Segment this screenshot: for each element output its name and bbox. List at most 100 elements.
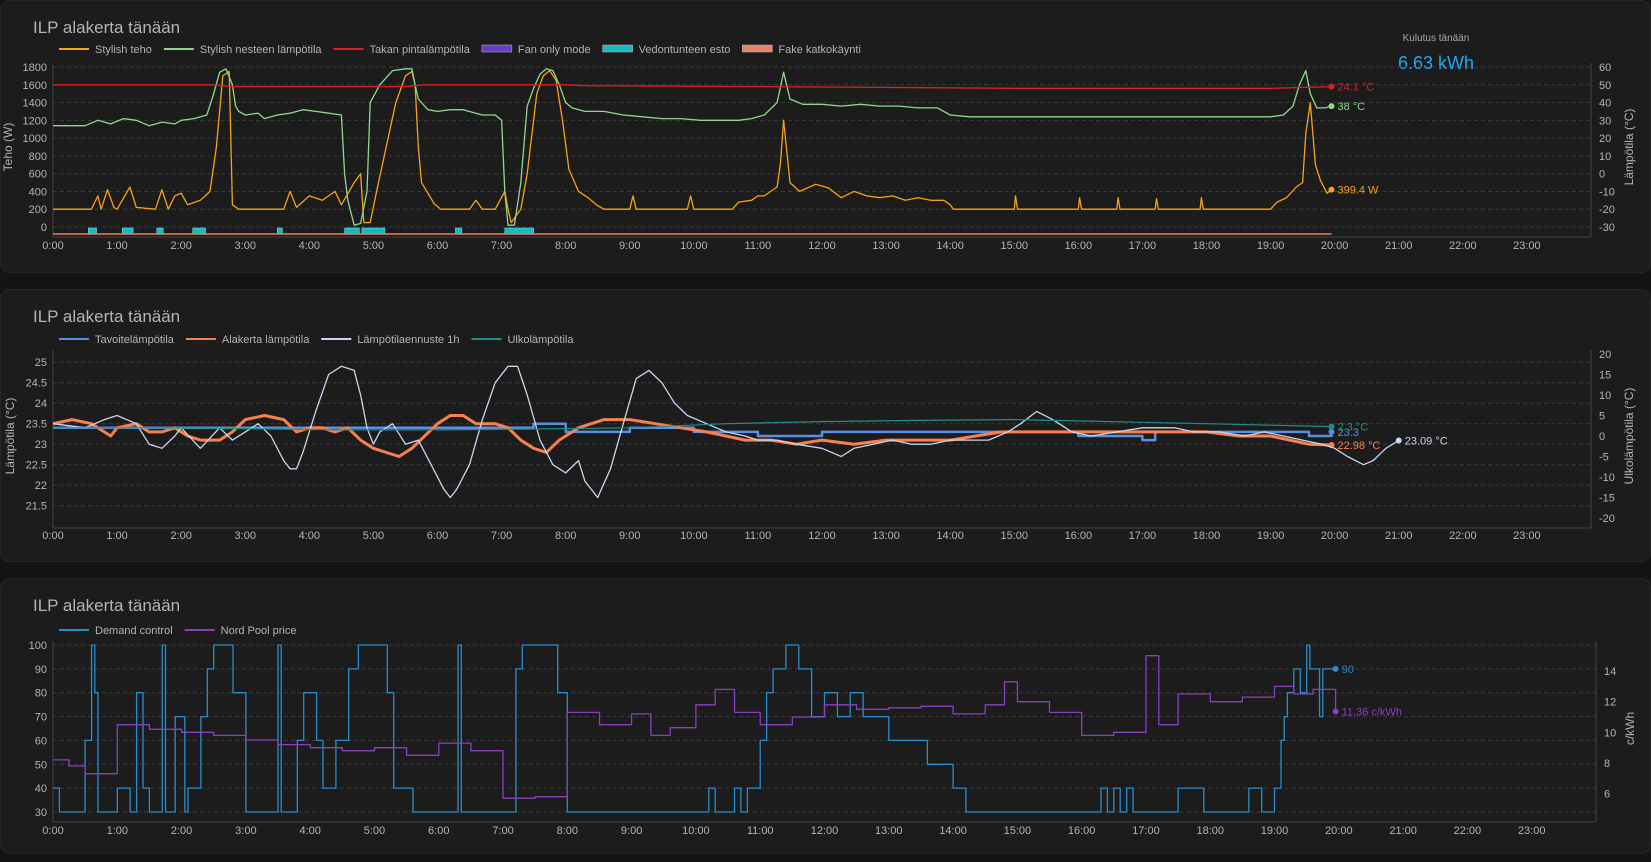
x-tick-label: 12:00 <box>808 530 836 542</box>
series-end-label: 22.98 °C <box>1337 440 1380 452</box>
series-end-point[interactable] <box>1328 186 1335 193</box>
x-tick-label: 3:00 <box>235 530 256 542</box>
x-tick-label: 6:00 <box>428 825 449 837</box>
x-tick-label: 18:00 <box>1196 825 1224 837</box>
y2-tick-label: 20 <box>1599 133 1611 145</box>
x-tick-label: 23:00 <box>1518 825 1546 837</box>
y2-tick-label: -20 <box>1599 513 1615 525</box>
power-chart-card: ILP alakerta tänään Kulutus tänään 6.63 … <box>0 0 1651 273</box>
indoor-temperature-chart[interactable]: 21.5 22 22.5 23 23.5 24 24.5 25 -20 -15 -10 -5 0 5 10 1… <box>1 290 1651 563</box>
series-line[interactable] <box>53 69 1332 224</box>
y2-tick-label: 5 <box>1599 411 1605 423</box>
x-tick-label: 15:00 <box>1000 240 1028 252</box>
y2-tick-label: 12 <box>1604 697 1616 709</box>
legend-label[interactable]: Nord Pool price <box>221 625 297 637</box>
y2-tick-label: 0 <box>1599 169 1605 181</box>
y-tick-label: 1400 <box>23 98 47 110</box>
x-tick-label: 2:00 <box>171 825 192 837</box>
series-end-point[interactable] <box>1332 708 1339 715</box>
series-end-point[interactable] <box>1328 103 1335 110</box>
x-tick-label: 14:00 <box>936 530 964 542</box>
y-tick-label: 60 <box>35 735 47 747</box>
y-tick-label: 200 <box>29 204 47 216</box>
x-tick-label: 10:00 <box>680 530 708 542</box>
legend[interactable]: Tavoitelämpötila Alakerta lämpötila Lämpöt… <box>59 334 574 346</box>
state-bar[interactable] <box>277 227 283 235</box>
state-bar[interactable] <box>87 227 97 235</box>
indoor-temperature-card: ILP alakerta tänään 21.5 22 22.5 23 23.5 24 24… <box>0 289 1651 562</box>
state-bar[interactable] <box>504 227 534 235</box>
legend-swatch[interactable] <box>602 44 633 53</box>
series-end-label: 38 °C <box>1337 101 1365 113</box>
x-tick-label: 7:00 <box>491 530 512 542</box>
legend[interactable]: Demand control Nord Pool price <box>59 625 296 637</box>
legend-label[interactable]: Takan pintalämpötila <box>370 44 471 56</box>
state-bar[interactable] <box>121 227 134 235</box>
series-line[interactable] <box>53 84 1332 89</box>
legend-label[interactable]: Tavoitelämpötila <box>95 334 175 346</box>
state-bar[interactable] <box>192 227 206 235</box>
y2-tick-label: -30 <box>1599 222 1615 234</box>
x-tick-label: 22:00 <box>1454 825 1482 837</box>
y-tick-label: 23 <box>35 439 47 451</box>
y-tick-label: 22 <box>35 480 47 492</box>
x-tick-label: 21:00 <box>1385 530 1413 542</box>
y2-tick-label: 15 <box>1599 370 1611 382</box>
series-end-point[interactable] <box>1332 665 1339 672</box>
x-tick-label: 9:00 <box>619 240 640 252</box>
price-demand-chart[interactable]: 30 40 50 60 70 80 90 100 6 8 10 12 14 0:00 1:00 2:00 3:0… <box>1 579 1651 855</box>
x-tick-label: 2:00 <box>170 530 191 542</box>
x-tick-label: 20:00 <box>1321 240 1349 252</box>
x-tick-label: 9:00 <box>619 530 640 542</box>
series-end-point[interactable] <box>1395 437 1402 444</box>
x-tick-label: 20:00 <box>1325 825 1353 837</box>
legend-swatch[interactable] <box>742 44 773 53</box>
x-tick-label: 21:00 <box>1385 240 1413 252</box>
state-bar[interactable] <box>455 227 463 235</box>
x-tick-label: 14:00 <box>939 825 967 837</box>
series-line[interactable] <box>53 644 1336 813</box>
legend-label[interactable]: Stylish teho <box>95 44 152 56</box>
x-tick-label: 3:00 <box>235 240 256 252</box>
y-tick-label: 1600 <box>23 80 47 92</box>
x-tick-label: 15:00 <box>1000 530 1028 542</box>
y-axis-title: Lämpötila (°C) <box>3 398 17 475</box>
x-tick-label: 6:00 <box>427 530 448 542</box>
x-tick-label: 4:00 <box>299 825 320 837</box>
x-tick-label: 9:00 <box>621 825 642 837</box>
y2-tick-label: 50 <box>1599 80 1611 92</box>
x-tick-label: 23:00 <box>1513 240 1541 252</box>
legend-swatch[interactable] <box>481 44 513 53</box>
x-tick-label: 3:00 <box>235 825 256 837</box>
legend-label[interactable]: Alakerta lämpötila <box>222 334 310 346</box>
x-tick-label: 17:00 <box>1132 825 1160 837</box>
series-end-point[interactable] <box>1328 83 1335 90</box>
legend-label[interactable]: Fake katkokäynti <box>778 44 861 56</box>
series-end-point[interactable] <box>1328 423 1335 430</box>
state-bar[interactable] <box>156 227 164 235</box>
x-tick-label: 16:00 <box>1065 530 1093 542</box>
y-tick-label: 40 <box>35 783 47 795</box>
legend-label[interactable]: Demand control <box>95 625 173 637</box>
legend-label[interactable]: Stylish nesteen lämpötila <box>200 44 323 56</box>
series-line[interactable] <box>52 365 1400 499</box>
legend-label[interactable]: Fan only mode <box>518 44 591 56</box>
legend-label[interactable]: Ulkolämpötila <box>507 334 574 346</box>
x-tick-label: 15:00 <box>1004 825 1032 837</box>
y-tick-label: 1800 <box>23 62 47 74</box>
state-bar[interactable] <box>361 227 386 235</box>
x-tick-label: 6:00 <box>427 240 448 252</box>
legend-label[interactable]: Vedontunteen esto <box>639 44 731 56</box>
x-tick-label: 19:00 <box>1257 240 1285 252</box>
x-tick-label: 23:00 <box>1513 530 1541 542</box>
x-tick-label: 1:00 <box>107 825 128 837</box>
x-tick-label: 18:00 <box>1193 240 1221 252</box>
x-tick-label: 0:00 <box>42 825 63 837</box>
y-tick-label: 600 <box>29 169 47 181</box>
legend[interactable]: Stylish teho Stylish nesteen lämpötila Tak… <box>59 44 861 56</box>
x-tick-label: 16:00 <box>1068 825 1096 837</box>
state-bar[interactable] <box>344 227 360 235</box>
series-end-point[interactable] <box>1328 428 1335 435</box>
legend-label[interactable]: Lämpötilaennuste 1h <box>357 334 459 346</box>
power-temperature-chart[interactable]: 020040060080010001200140016001800-30-20-… <box>1 1 1651 274</box>
